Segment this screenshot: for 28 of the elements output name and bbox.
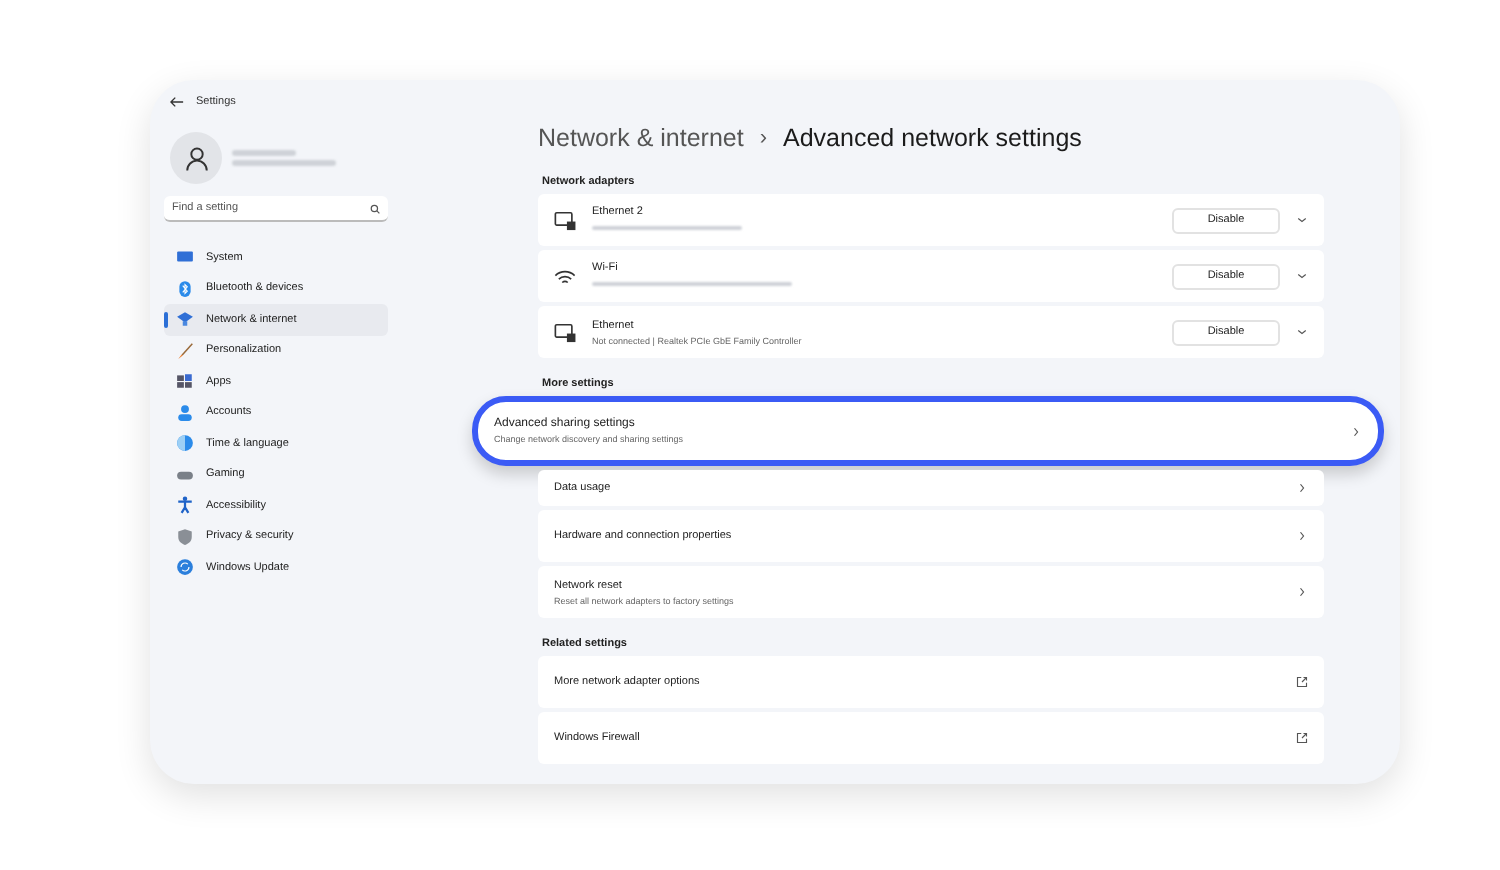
page-title: Advanced network settings [783, 124, 1082, 152]
network-icon [176, 310, 194, 329]
chevron-right-icon [1350, 425, 1362, 437]
chevron-down-icon [1296, 214, 1308, 226]
external-link-icon [1296, 676, 1308, 688]
external-link-icon [1296, 732, 1308, 744]
ethernet-icon [554, 209, 576, 231]
accessibility-icon [176, 496, 194, 515]
chevron-down-icon [1296, 326, 1308, 338]
chevron-down-icon [1296, 270, 1308, 282]
update-icon [176, 558, 194, 577]
ethernet-icon [554, 321, 576, 343]
chevron-right-icon [1296, 482, 1308, 494]
bluetooth-icon [176, 279, 194, 298]
search-icon [370, 203, 380, 213]
wifi-icon [554, 265, 576, 287]
blurred-user-email [232, 160, 336, 166]
monitor-icon [176, 248, 194, 267]
breadcrumb-link[interactable]: Network & internet [538, 124, 744, 152]
chevron-right-icon [1296, 586, 1308, 598]
apps-icon [176, 372, 194, 391]
shield-icon [176, 527, 194, 546]
chevron-right-icon [1296, 530, 1308, 542]
avatar-icon [170, 132, 222, 184]
person-icon [176, 403, 194, 422]
breadcrumb-separator: › [759, 126, 767, 150]
brush-icon [176, 341, 194, 360]
back-arrow-icon[interactable] [170, 96, 184, 108]
